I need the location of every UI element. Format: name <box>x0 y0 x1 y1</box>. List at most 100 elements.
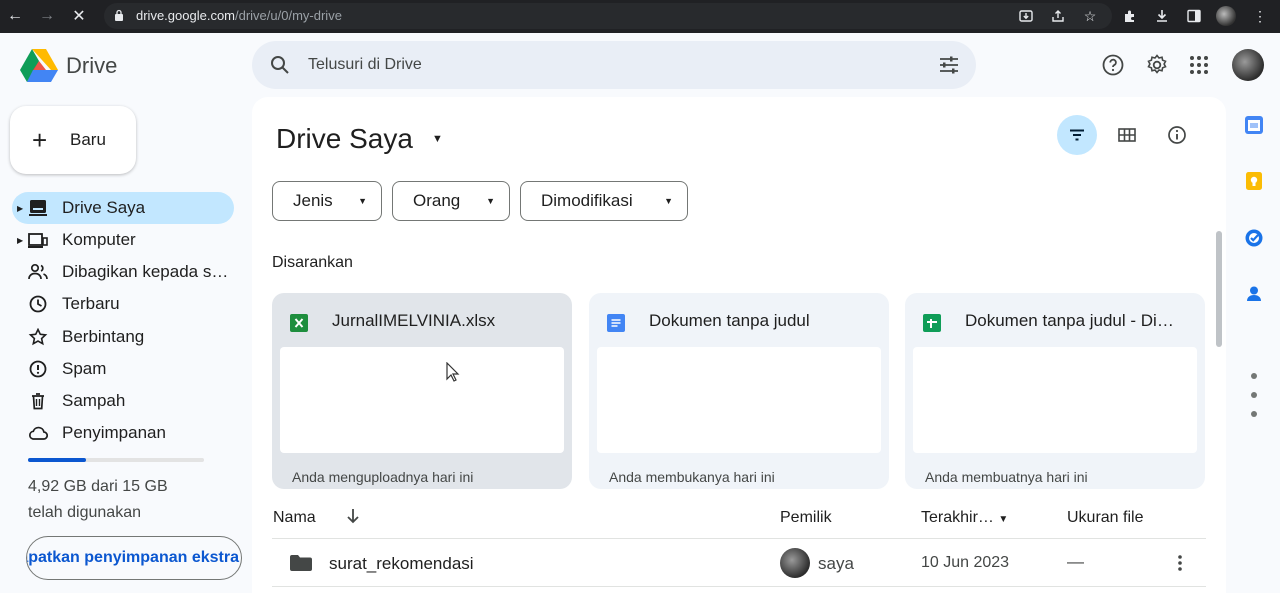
suggested-file-card[interactable]: JurnalIMELVINIA.xlsx Anda menguploadnya … <box>272 293 572 489</box>
star-icon <box>28 328 48 346</box>
search-icon[interactable] <box>270 55 290 75</box>
storage-usage-line2: telah digunakan <box>28 504 141 521</box>
search-options-icon[interactable] <box>938 55 960 75</box>
sidebar-item-recent[interactable]: Terbaru <box>12 288 234 320</box>
stop-loading-icon[interactable]: ✕ <box>68 5 90 27</box>
info-icon <box>1168 126 1186 144</box>
storage-usage-fill <box>28 458 87 462</box>
drive-logo-icon[interactable] <box>20 48 58 82</box>
sidebar-item-my-drive[interactable]: ▶ Drive Saya <box>12 192 234 224</box>
table-row[interactable]: surat_rekomendasi saya 10 Jun 2023 — <box>272 539 1206 587</box>
divider <box>272 586 1206 587</box>
chevron-down-icon: ▼ <box>998 514 1009 525</box>
page-title[interactable]: Drive Saya <box>276 123 413 155</box>
storage-usage-bar <box>28 458 204 462</box>
sidebar-item-computers[interactable]: ▶ Komputer <box>12 224 234 256</box>
more-vert-icon[interactable]: ⋮ <box>1250 6 1270 26</box>
column-header-modified-label: Terakhir… <box>921 509 994 526</box>
card-file-name: Dokumen tanpa judul - Di… <box>965 311 1174 330</box>
row-owner: saya <box>818 554 854 573</box>
get-more-storage-label: Dapatkan penyimpanan ekstra <box>26 549 239 566</box>
sidebar-item-starred[interactable]: Berbintang <box>12 321 234 353</box>
new-button[interactable]: + Baru <box>10 106 136 174</box>
chevron-down-icon: ▼ <box>486 196 495 206</box>
contacts-icon[interactable] <box>1244 284 1264 304</box>
mouse-cursor-icon <box>446 362 460 382</box>
sort-direction-icon[interactable] <box>346 508 360 524</box>
account-avatar[interactable] <box>1232 49 1264 81</box>
suggested-heading: Disarankan <box>272 254 353 271</box>
calendar-icon[interactable] <box>1244 115 1264 135</box>
filter-type-chip[interactable]: Jenis ▼ <box>272 181 382 221</box>
card-file-name: JurnalIMELVINIA.xlsx <box>332 311 496 330</box>
column-header-size[interactable]: Ukuran file <box>1067 509 1151 527</box>
extensions-icon[interactable] <box>1120 6 1140 26</box>
back-icon[interactable]: ← <box>4 5 26 27</box>
filter-chip-label: Orang <box>413 191 461 210</box>
card-activity-text: Anda membukanya hari ini <box>609 469 775 485</box>
profile-icon[interactable] <box>1216 6 1236 26</box>
trash-icon <box>32 393 44 410</box>
apps-grid-icon[interactable] <box>1187 53 1211 77</box>
computer-icon <box>28 233 48 248</box>
settings-gear-icon[interactable] <box>1145 53 1169 77</box>
column-header-modified[interactable]: Terakhir… ▼ <box>921 509 1008 527</box>
url-text: drive.google.com/drive/u/0/my-drive <box>136 8 342 23</box>
more-actions-icon[interactable] <box>1170 551 1190 575</box>
sidebar-item-trash[interactable]: Sampah <box>12 385 234 417</box>
details-button[interactable] <box>1157 115 1197 155</box>
column-header-name[interactable]: Nama <box>273 509 316 527</box>
sidebar-item-label: Drive Saya <box>62 198 146 217</box>
forward-icon[interactable]: → <box>36 5 58 27</box>
expand-arrow-icon[interactable]: ▶ <box>17 204 23 213</box>
title-dropdown-icon[interactable]: ▼ <box>432 133 443 145</box>
downloads-icon[interactable] <box>1152 6 1172 26</box>
scrollbar[interactable] <box>1216 231 1222 347</box>
filter-modified-chip[interactable]: Dimodifikasi ▼ <box>520 181 688 221</box>
tasks-icon[interactable] <box>1244 228 1264 248</box>
excel-file-icon <box>290 314 308 332</box>
sidebar-item-shared-with-me[interactable]: Dibagikan kepada saya <box>12 256 234 288</box>
sidebar-item-label: Terbaru <box>62 294 120 313</box>
get-more-storage-button[interactable]: Dapatkan penyimpanan ekstra <box>26 536 242 580</box>
side-panel-indicator <box>1251 411 1257 417</box>
spam-icon <box>29 360 47 378</box>
sidebar-item-label: Sampah <box>62 391 126 410</box>
docs-file-icon <box>607 314 625 332</box>
help-icon[interactable] <box>1101 53 1125 77</box>
clock-icon <box>29 295 47 313</box>
row-file-size: — <box>1067 552 1084 571</box>
side-panel-icon[interactable] <box>1184 6 1204 26</box>
suggested-file-card[interactable]: Dokumen tanpa judul - Di… Anda membuatny… <box>905 293 1205 489</box>
filter-chip-label: Jenis <box>293 191 333 210</box>
sidebar-item-label: Komputer <box>62 230 136 249</box>
column-header-owner[interactable]: Pemilik <box>780 509 832 527</box>
share-icon[interactable] <box>1048 6 1068 26</box>
keep-icon[interactable] <box>1244 171 1264 191</box>
file-preview-thumbnail[interactable] <box>280 347 564 453</box>
sidebar-item-label: Spam <box>62 359 107 378</box>
app-name[interactable]: Drive <box>66 53 117 79</box>
side-panel-indicator <box>1251 392 1257 398</box>
expand-arrow-icon[interactable]: ▶ <box>17 236 23 245</box>
lock-icon[interactable] <box>114 9 124 21</box>
file-preview-thumbnail[interactable] <box>597 347 881 453</box>
shared-people-icon <box>28 263 48 280</box>
storage-usage-line1: 4,92 GB dari 15 GB <box>28 478 168 495</box>
sidebar-item-label: Berbintang <box>62 327 145 346</box>
sidebar-item-storage[interactable]: Penyimpanan <box>12 417 234 449</box>
filter-people-chip[interactable]: Orang ▼ <box>392 181 510 221</box>
side-panel-indicator <box>1251 373 1257 379</box>
install-app-icon[interactable] <box>1016 6 1036 26</box>
filter-toggle-button[interactable] <box>1057 115 1097 155</box>
address-bar[interactable]: drive.google.com/drive/u/0/my-drive <box>104 3 1112 29</box>
sheets-file-icon <box>923 314 941 332</box>
sidebar-item-spam[interactable]: Spam <box>12 353 234 385</box>
search-input[interactable]: Telusuri di Drive <box>252 41 976 89</box>
bookmark-star-icon[interactable]: ☆ <box>1080 6 1100 26</box>
grid-view-button[interactable] <box>1107 115 1147 155</box>
sidebar-item-label: Dibagikan kepada saya <box>62 262 232 281</box>
suggested-file-card[interactable]: Dokumen tanpa judul Anda membukanya hari… <box>589 293 889 489</box>
file-preview-thumbnail[interactable] <box>913 347 1197 453</box>
cloud-icon <box>29 426 48 440</box>
